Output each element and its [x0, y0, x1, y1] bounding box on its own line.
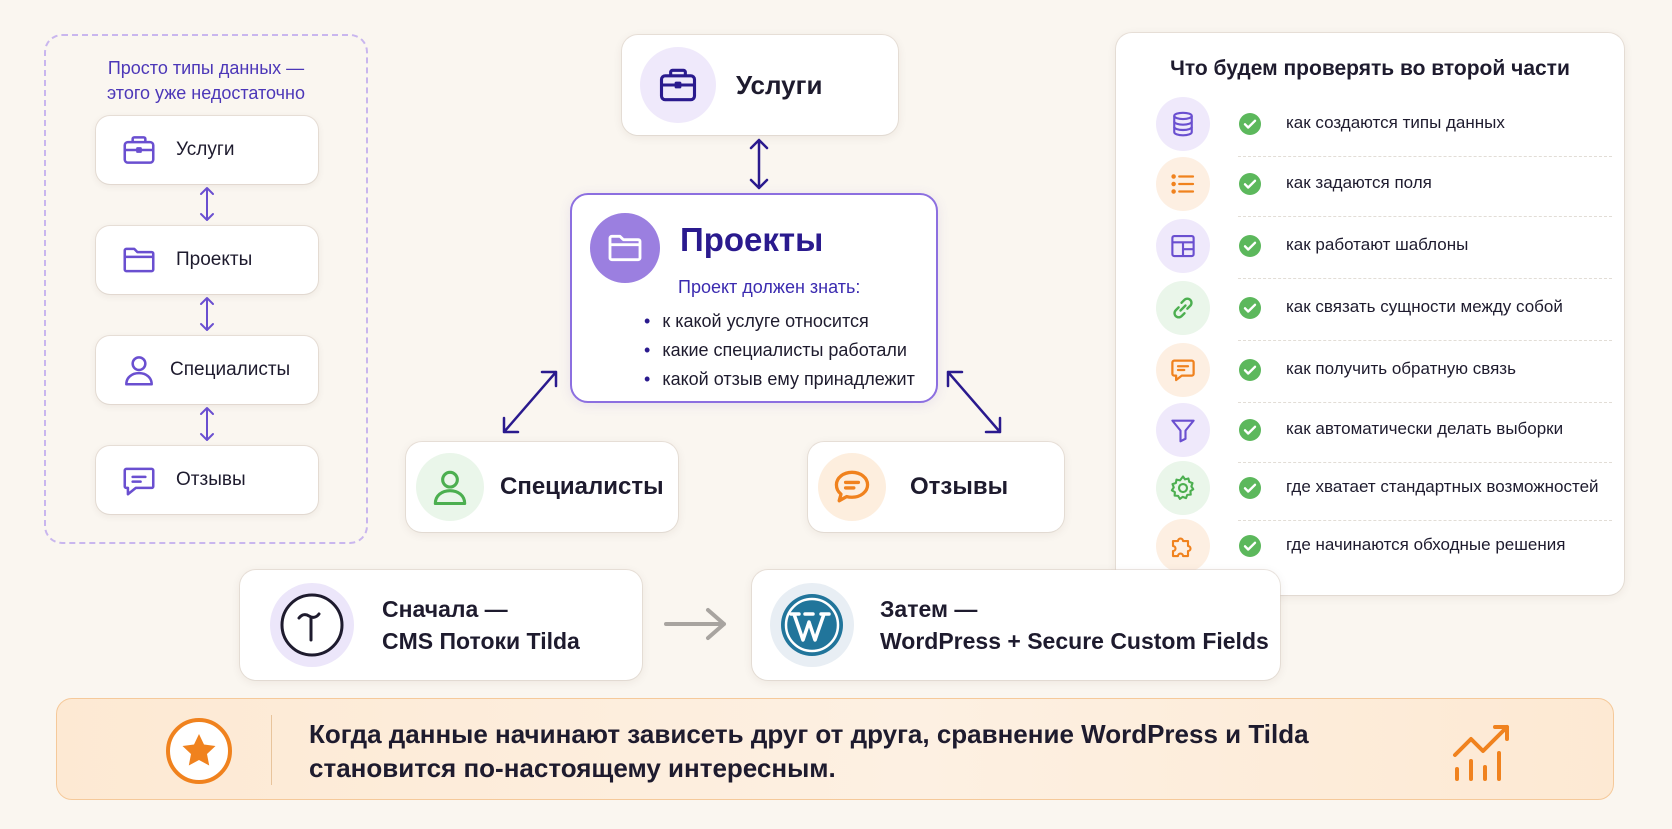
checklist-item-text: как работают шаблоны — [1286, 235, 1469, 254]
types-only-panel: Просто типы данных — этого уже недостато… — [44, 34, 368, 544]
checklist-row: как задаются поля — [1142, 155, 1612, 217]
bidirectional-arrow-icon — [200, 407, 214, 441]
checklist-row: где начинаются обходные решения — [1142, 517, 1612, 575]
link-icon — [1156, 281, 1210, 335]
user-icon — [416, 453, 484, 521]
mini-card-specialists: Специалисты — [96, 336, 318, 404]
panel-caption-line2: этого уже недостаточно — [107, 83, 305, 103]
growth-chart-icon — [1453, 725, 1509, 781]
user-icon — [116, 347, 162, 393]
mini-card-reviews: Отзывы — [96, 446, 318, 514]
node-projects-title: Проекты — [680, 221, 824, 258]
projects-reviews-arrow — [946, 370, 1002, 434]
conclusion-banner: Когда данные начинают зависеть друг от д… — [56, 698, 1614, 800]
checklist-row: как работают шаблоны — [1142, 217, 1612, 279]
check-circle-icon — [1239, 477, 1261, 499]
layout-icon — [1156, 219, 1210, 273]
node-specialists-label: Специалисты — [500, 473, 664, 500]
check-circle-icon — [1239, 113, 1261, 135]
folder-icon — [116, 237, 162, 283]
node-specialists: Специалисты — [406, 442, 678, 532]
bidirectional-arrow-icon — [200, 187, 214, 221]
filter-icon — [1156, 403, 1210, 457]
bullet-item: какие специалисты работали — [644, 336, 915, 365]
node-projects-bullets: к какой услуге относится какие специалис… — [644, 307, 915, 394]
puzzle-icon — [1156, 519, 1210, 573]
cms-first-text: Сначала — CMS Потоки Tilda — [382, 593, 580, 657]
node-reviews: Отзывы — [808, 442, 1064, 532]
arrow-right-icon — [664, 608, 726, 640]
checklist-item-text: где начинаются обходные решения — [1286, 535, 1566, 554]
panel-caption-line1: Просто типы данных — — [107, 58, 305, 78]
database-icon — [1156, 97, 1210, 151]
checklist-card: Что будем проверять во второй части как … — [1116, 33, 1624, 595]
wordpress-logo — [770, 583, 854, 667]
mini-card-label: Услуги — [176, 139, 235, 160]
node-services-label: Услуги — [736, 69, 823, 100]
checklist-item-text: как автоматически делать выборки — [1286, 419, 1564, 438]
check-circle-icon — [1239, 419, 1261, 441]
node-services: Услуги — [622, 35, 898, 135]
check-circle-icon — [1239, 173, 1261, 195]
banner-text: Когда данные начинают зависеть друг от д… — [309, 717, 1309, 785]
checklist-row: как получить обратную связь — [1142, 341, 1612, 403]
chat-icon — [116, 457, 162, 503]
projects-specialists-arrow — [502, 370, 558, 434]
cms-second-line2: WordPress + Secure Custom Fields — [880, 628, 1269, 654]
checklist-item-text: как получить обратную связь — [1286, 359, 1516, 378]
cms-second-line1: Затем — — [880, 596, 978, 622]
checklist-title: Что будем проверять во второй части — [1170, 57, 1570, 80]
tilda-logo — [270, 583, 354, 667]
mini-card-label: Специалисты — [170, 359, 291, 380]
folder-icon — [590, 213, 660, 283]
bullet-item: какой отзыв ему принадлежит — [644, 365, 915, 394]
cms-first-card: Сначала — CMS Потоки Tilda — [240, 570, 642, 680]
banner-line1: Когда данные начинают зависеть друг от д… — [309, 719, 1309, 749]
checklist-item-text: как связать сущности между собой — [1286, 297, 1563, 316]
gear-icon — [1156, 461, 1210, 515]
bullet-item: к какой услуге относится — [644, 307, 915, 336]
node-projects-subtitle: Проект должен знать: — [678, 277, 861, 297]
checklist-item-text: как создаются типы данных — [1286, 113, 1505, 132]
checklist-item-text: как задаются поля — [1286, 173, 1432, 192]
checklist-row: как автоматически делать выборки — [1142, 401, 1612, 463]
bidirectional-arrow-icon — [200, 297, 214, 331]
banner-line2: становится по-настоящему интересным. — [309, 753, 836, 783]
cms-first-line1: Сначала — — [382, 596, 508, 622]
checklist-row: как связать сущности между собой — [1142, 279, 1612, 341]
briefcase-icon — [640, 47, 716, 123]
check-circle-icon — [1239, 359, 1261, 381]
node-reviews-label: Отзывы — [910, 473, 1009, 500]
checklist-item-text: где хватает стандартных возможностей — [1286, 477, 1599, 496]
mini-card-label: Проекты — [176, 249, 253, 270]
checklist-row: где хватает стандартных возможностей — [1142, 459, 1612, 521]
mini-card-label: Отзывы — [176, 469, 246, 490]
cms-second-card: Затем — WordPress + Secure Custom Fields — [752, 570, 1280, 680]
chat-icon — [818, 453, 886, 521]
banner-divider — [271, 715, 272, 785]
check-circle-icon — [1239, 535, 1261, 557]
list-icon — [1156, 157, 1210, 211]
panel-caption: Просто типы данных — этого уже недостато… — [46, 56, 366, 106]
mini-card-projects: Проекты — [96, 226, 318, 294]
node-projects: Проекты Проект должен знать: к какой усл… — [570, 193, 938, 403]
check-circle-icon — [1239, 297, 1261, 319]
check-circle-icon — [1239, 235, 1261, 257]
message-icon — [1156, 343, 1210, 397]
checklist-row: как создаются типы данных — [1142, 95, 1612, 157]
star-icon — [166, 718, 232, 784]
briefcase-icon — [116, 127, 162, 173]
cms-first-line2: CMS Потоки Tilda — [382, 628, 580, 654]
mini-card-services: Услуги — [96, 116, 318, 184]
services-projects-arrow — [749, 138, 769, 190]
cms-second-text: Затем — WordPress + Secure Custom Fields — [880, 593, 1269, 657]
